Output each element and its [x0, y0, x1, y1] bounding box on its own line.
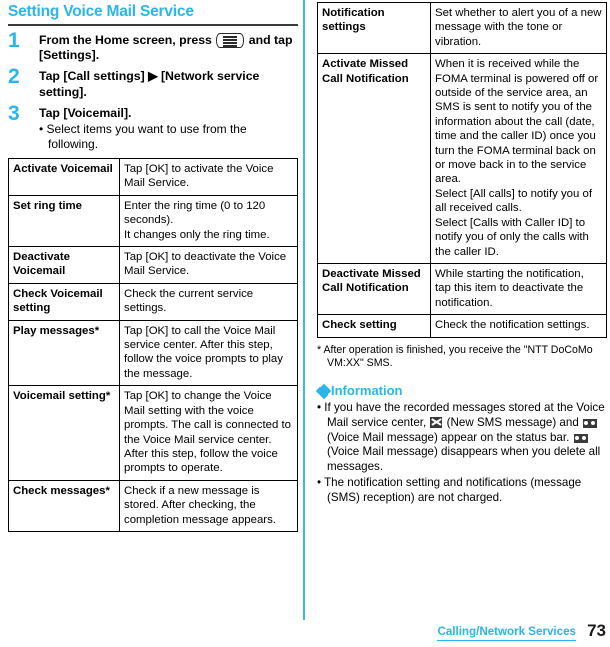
footnote-text: After operation is finished, you receive… — [323, 343, 593, 369]
voicemail-description-1: Enter the ring time (0 to 120 seconds). I… — [119, 194, 298, 248]
step-3-subtext: • Select items you want to use from the … — [39, 122, 298, 152]
footnote-marker: * — [317, 343, 322, 356]
notification-item-1: Activate Missed Call Notification — [317, 53, 431, 264]
title-rule — [8, 24, 298, 26]
step-1-text-before: From the Home screen, press — [39, 33, 216, 47]
menu-hard-key-icon — [216, 33, 245, 48]
manual-page: Setting Voice Mail Service 1 From the Ho… — [0, 0, 610, 647]
table-row: Check setting Check the notification sett… — [317, 314, 607, 338]
voicemail-item-0: Activate Voicemail — [8, 158, 120, 196]
information-item-2-text: The notification setting and notificatio… — [324, 476, 582, 504]
voicemail-description-4: Tap [OK] to call the Voice Mail service … — [119, 319, 298, 387]
table-row: Set ring time Enter the ring time (0 to 1… — [8, 194, 298, 248]
info-1-part2: (New SMS message) and — [443, 415, 582, 429]
notification-settings-table: Notification settings Set whether to aler… — [317, 1, 607, 338]
bullet-icon: • — [39, 122, 44, 137]
voicemail-item-5: Voicemail setting* — [8, 385, 120, 481]
bullet-icon: • — [317, 476, 322, 490]
left-column: Setting Voice Mail Service 1 From the Ho… — [8, 0, 298, 532]
table-row: Activate Voicemail Tap [OK] to activate t… — [8, 158, 298, 196]
table-row: Voicemail setting* Tap [OK] to change the… — [8, 385, 298, 481]
page-title: Setting Voice Mail Service — [8, 3, 194, 20]
table-row: Deactivate Missed Call Notification While… — [317, 262, 607, 316]
table-left-body: Activate Voicemail Tap [OK] to activate t… — [8, 158, 298, 532]
table-row: Check messages* Check if a new message is… — [8, 479, 298, 532]
voicemail-settings-table: Activate Voicemail Tap [OK] to activate t… — [8, 158, 298, 532]
voicemail-item-4: Play messages* — [8, 319, 120, 387]
notification-description-3: Check the notification settings. — [430, 314, 607, 338]
notification-description-0: Set whether to alert you of a new messag… — [430, 1, 607, 55]
step-2-number: 2 — [8, 65, 20, 89]
right-column: Notification settings Set whether to aler… — [315, 0, 607, 506]
step-2: 2 Tap [Call settings] ▶ [Network service… — [8, 65, 298, 99]
notification-description-2: While starting the notification, tap thi… — [430, 262, 607, 316]
step-3: 3 Tap [Voicemail]. • Select items you wa… — [8, 101, 298, 152]
voicemail-description-3: Check the current service settings. — [119, 282, 298, 321]
bullet-icon: • — [317, 401, 322, 415]
information-heading-label: Information — [331, 383, 403, 399]
diamond-cluster-icon — [315, 383, 332, 400]
voice-mail-message-icon — [582, 418, 597, 428]
new-sms-message-icon — [430, 416, 443, 428]
table-row: Activate Missed Call Notification When it… — [317, 53, 607, 264]
step-3-number: 3 — [8, 101, 20, 125]
information-heading: Information — [315, 383, 607, 400]
step-2-text: Tap [Call settings] ▶ [Network service s… — [39, 69, 260, 99]
information-item-1: • If you have the recorded messages stor… — [317, 401, 607, 474]
footer-section-label: Calling/Network Services — [437, 625, 576, 641]
voicemail-description-5: Tap [OK] to change the Voice Mail settin… — [119, 385, 298, 481]
info-1-part4: (Voice Mail message) disappears when you… — [327, 445, 601, 473]
step-1-number: 1 — [8, 29, 20, 52]
notification-item-2: Deactivate Missed Call Notification — [317, 262, 431, 316]
footnote: * After operation is finished, you recei… — [317, 344, 607, 371]
voicemail-item-2: Deactivate Voicemail — [8, 246, 120, 284]
information-item-1-text: If you have the recorded messages stored… — [324, 401, 604, 472]
voicemail-description-6: Check if a new message is stored. After … — [119, 479, 298, 532]
voicemail-description-0: Tap [OK] to activate the Voice Mail Serv… — [119, 158, 298, 196]
notification-item-3: Check setting — [317, 314, 431, 338]
info-1-part3: (Voice Mail message) appear on the statu… — [327, 430, 573, 444]
voicemail-item-1: Set ring time — [8, 194, 120, 248]
voicemail-item-3: Check Voicemail setting — [8, 282, 120, 321]
step-3-text: Tap [Voicemail]. — [39, 105, 132, 120]
table-row: Deactivate Voicemail Tap [OK] to deactiva… — [8, 246, 298, 284]
voice-mail-message-icon — [573, 433, 588, 443]
page-footer: Calling/Network Services 73 — [0, 621, 610, 647]
table-row: Notification settings Set whether to aler… — [317, 1, 607, 55]
notification-item-0: Notification settings — [317, 1, 431, 55]
column-divider — [303, 0, 305, 620]
footer-page-number: 73 — [587, 621, 606, 640]
step-1: 1 From the Home screen, press and tap [S… — [8, 29, 298, 63]
table-right-body: Notification settings Set whether to aler… — [317, 1, 607, 338]
voicemail-description-2: Tap [OK] to deactivate the Voice Mail Se… — [119, 246, 298, 284]
notification-description-1: When it is received while the FOMA termi… — [430, 53, 607, 264]
step-3-subtext-label: Select items you want to use from the fo… — [46, 122, 247, 152]
information-item-2: • The notification setting and notificat… — [317, 476, 607, 505]
step-1-text: From the Home screen, press and tap [Set… — [39, 33, 298, 63]
table-row: Play messages* Tap [OK] to call the Voice… — [8, 319, 298, 387]
table-row: Check Voicemail setting Check the current… — [8, 282, 298, 321]
voicemail-item-6: Check messages* — [8, 479, 120, 532]
